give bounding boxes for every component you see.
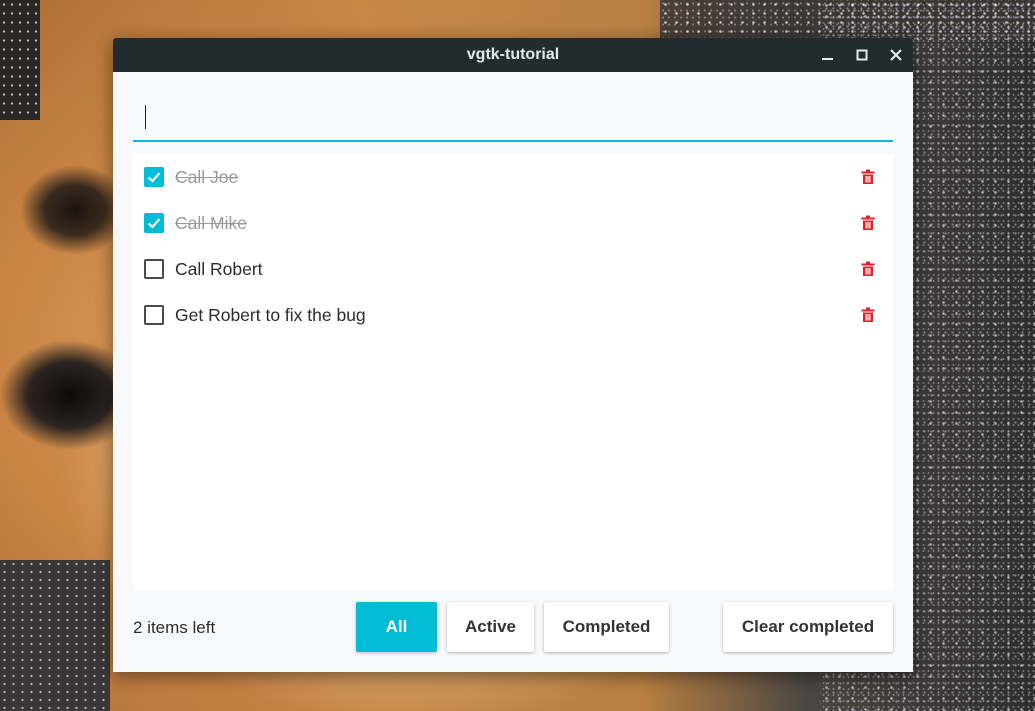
filter-all-button[interactable]: All: [356, 602, 437, 652]
todo-row: Call Mike: [133, 200, 893, 246]
todo-row: Get Robert to fix the bug: [133, 292, 893, 338]
window-title: vgtk-tutorial: [466, 46, 560, 63]
check-icon: [147, 218, 161, 229]
window-titlebar[interactable]: vgtk-tutorial: [113, 38, 913, 72]
clear-completed-button[interactable]: Clear completed: [723, 602, 893, 652]
maximize-icon[interactable]: [852, 45, 872, 65]
filter-active-button[interactable]: Active: [447, 602, 534, 652]
close-icon[interactable]: [886, 45, 906, 65]
text-caret: [145, 105, 146, 129]
new-todo-input[interactable]: [133, 96, 893, 142]
minimize-icon[interactable]: [818, 45, 838, 65]
trash-icon[interactable]: [860, 215, 876, 231]
trash-icon[interactable]: [860, 307, 876, 323]
items-left-count: 2 items left: [133, 618, 216, 637]
todo-label: Call Joe: [175, 167, 239, 187]
todo-checkbox-unchecked[interactable]: [144, 259, 164, 279]
filter-completed-button[interactable]: Completed: [544, 602, 669, 652]
todo-label: Get Robert to fix the bug: [175, 305, 366, 325]
todo-checkbox-checked[interactable]: [144, 167, 164, 187]
todo-label: Call Mike: [175, 213, 247, 233]
todo-checkbox-checked[interactable]: [144, 213, 164, 233]
trash-icon[interactable]: [860, 261, 876, 277]
todo-row: Call Joe: [133, 154, 893, 200]
check-icon: [147, 172, 161, 183]
app-window: vgtk-tutorial Call Joe Call Mike Call Ro…: [113, 38, 913, 672]
wallpaper-stars-bottom-left: [0, 560, 110, 711]
todo-checkbox-unchecked[interactable]: [144, 305, 164, 325]
wallpaper-stars-left: [0, 0, 40, 120]
todo-row: Call Robert: [133, 246, 893, 292]
trash-icon[interactable]: [860, 169, 876, 185]
todo-list: Call Joe Call Mike Call Robert Get Rober…: [133, 154, 893, 591]
todo-label: Call Robert: [175, 259, 263, 279]
